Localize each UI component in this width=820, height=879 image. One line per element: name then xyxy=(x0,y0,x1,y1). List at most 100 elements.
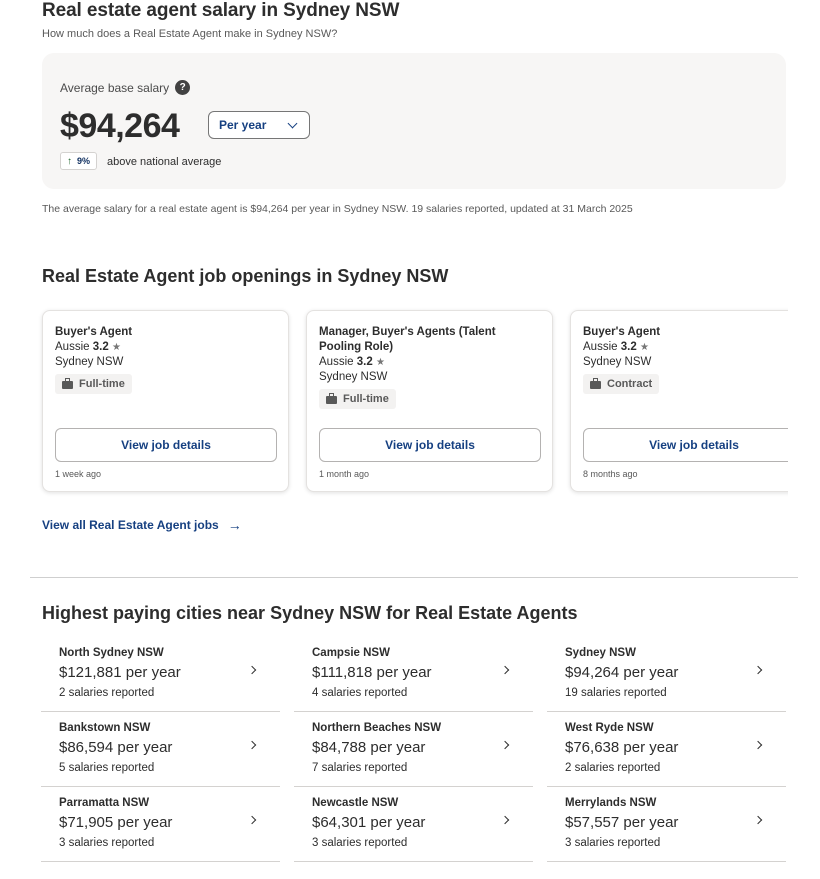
job-location: Sydney NSW xyxy=(55,356,124,368)
arrow-up-icon: ↑ xyxy=(67,155,72,167)
job-age: 1 week ago xyxy=(55,469,102,479)
city-salary: $76,638 per year xyxy=(565,739,679,756)
company-name: Aussie xyxy=(583,341,618,353)
star-icon: ★ xyxy=(111,342,121,353)
view-all-jobs-link[interactable]: View all Real Estate Agent jobs → xyxy=(42,517,242,533)
arrow-right-icon: → xyxy=(227,517,242,533)
city-item[interactable]: Newcastle NSW $64,301 per year 3 salaries … xyxy=(294,787,533,862)
company-name: Aussie xyxy=(55,341,90,353)
section-divider xyxy=(30,577,798,578)
job-title[interactable]: Buyer's Agent xyxy=(55,325,275,340)
city-salary-count: 2 salaries reported xyxy=(565,762,661,774)
compare-text: above national average xyxy=(107,156,222,168)
job-type-badge: Full-time xyxy=(319,389,396,409)
job-age: 8 months ago xyxy=(583,469,638,479)
average-salary-label-text: Average base salary xyxy=(60,80,170,95)
chevron-right-icon xyxy=(500,665,510,675)
city-salary-count: 4 salaries reported xyxy=(312,687,408,699)
city-name: Sydney NSW xyxy=(565,647,636,659)
briefcase-icon xyxy=(62,378,73,389)
question-circle-icon[interactable]: ? xyxy=(175,80,191,95)
city-item[interactable]: Parramatta NSW $71,905 per year 3 salaries… xyxy=(41,787,280,862)
city-salary: $64,301 per year xyxy=(312,814,426,831)
job-location: Sydney NSW xyxy=(583,356,652,368)
city-item[interactable]: West Ryde NSW $76,638 per year 2 salaries … xyxy=(547,712,786,787)
job-card[interactable]: Buyer's Agent Aussie 3.2 ★ Sydney NSW Co… xyxy=(570,310,788,492)
job-card[interactable]: Manager, Buyer's Agents (Talent Pooling … xyxy=(306,310,553,492)
city-salary-count: 3 salaries reported xyxy=(59,837,155,849)
city-salary: $57,557 per year xyxy=(565,814,679,831)
city-name: Northern Beaches NSW xyxy=(312,722,442,734)
city-salary-count: 2 salaries reported xyxy=(59,687,155,699)
job-age: 1 month ago xyxy=(319,469,370,479)
compare-pct: 9% xyxy=(77,156,91,166)
city-salary-count: 3 salaries reported xyxy=(565,837,661,849)
chevron-right-icon xyxy=(500,815,510,825)
city-name: Campsie NSW xyxy=(312,647,390,659)
chevron-right-icon xyxy=(753,740,763,750)
city-name: Merrylands NSW xyxy=(565,797,657,809)
city-salary-count: 5 salaries reported xyxy=(59,762,155,774)
star-icon: ★ xyxy=(639,342,649,353)
job-company: Aussie 3.2 ★ xyxy=(319,355,385,370)
salary-card: Average base salary ? $94,264 Per year ↑… xyxy=(42,53,786,189)
city-salary: $84,788 per year xyxy=(312,739,426,756)
chevron-right-icon xyxy=(500,740,510,750)
chevron-right-icon xyxy=(247,665,257,675)
chevron-right-icon xyxy=(753,815,763,825)
job-company: Aussie 3.2 ★ xyxy=(583,340,649,355)
job-type-label: Full-time xyxy=(79,378,125,390)
city-salary-count: 19 salaries reported xyxy=(565,687,667,699)
city-salary-count: 7 salaries reported xyxy=(312,762,408,774)
period-select-value: Per year xyxy=(219,118,267,132)
city-item[interactable]: Merrylands NSW $57,557 per year 3 salaries… xyxy=(547,787,786,862)
city-item[interactable]: Bankstown NSW $86,594 per year 5 salaries … xyxy=(41,712,280,787)
city-salary-count: 3 salaries reported xyxy=(312,837,408,849)
view-job-details-button[interactable]: View job details xyxy=(319,428,541,462)
city-item[interactable]: Campsie NSW $111,818 per year 4 salaries r… xyxy=(294,637,533,712)
chevron-right-icon xyxy=(247,815,257,825)
briefcase-icon xyxy=(590,378,601,389)
company-rating: 3.2 xyxy=(356,356,373,368)
city-salary: $86,594 per year xyxy=(59,739,173,756)
chevron-right-icon xyxy=(247,740,257,750)
city-name: North Sydney NSW xyxy=(59,647,164,659)
city-name: Newcastle NSW xyxy=(312,797,399,809)
city-item[interactable]: Northern Beaches NSW $84,788 per year 7 sa… xyxy=(294,712,533,787)
city-name: West Ryde NSW xyxy=(565,722,654,734)
chevron-right-icon xyxy=(753,665,763,675)
cities-section-title: Highest paying cities near Sydney NSW fo… xyxy=(42,603,578,623)
job-type-label: Full-time xyxy=(343,393,389,405)
city-salary: $121,881 per year xyxy=(59,664,181,681)
city-name: Parramatta NSW xyxy=(59,797,150,809)
city-salary: $71,905 per year xyxy=(59,814,173,831)
city-salary: $94,264 per year xyxy=(565,664,679,681)
company-rating: 3.2 xyxy=(92,341,109,353)
company-rating: 3.2 xyxy=(620,341,637,353)
company-name: Aussie xyxy=(319,356,354,368)
view-job-details-button[interactable]: View job details xyxy=(55,428,277,462)
job-location: Sydney NSW xyxy=(319,371,388,383)
job-cards-carousel: Buyer's Agent Aussie 3.2 ★ Sydney NSW Fu… xyxy=(38,306,788,500)
salary-amount: $94,264 xyxy=(60,107,180,145)
city-salary: $111,818 per year xyxy=(312,664,432,681)
chevron-down-icon xyxy=(287,118,298,129)
city-name: Bankstown NSW xyxy=(59,722,151,734)
compare-badge: ↑ 9% xyxy=(60,152,98,170)
city-item[interactable]: Sydney NSW $94,264 per year 19 salaries re… xyxy=(547,637,786,712)
page-subtitle: How much does a Real Estate Agent make i… xyxy=(42,28,338,40)
job-card[interactable]: Buyer's Agent Aussie 3.2 ★ Sydney NSW Fu… xyxy=(42,310,289,492)
average-salary-label: Average base salary ? xyxy=(60,80,191,95)
job-title[interactable]: Manager, Buyer's Agents (Talent Pooling … xyxy=(319,325,539,355)
briefcase-icon xyxy=(326,393,337,404)
job-type-label: Contract xyxy=(607,378,653,390)
city-item[interactable]: North Sydney NSW $121,881 per year 2 salar… xyxy=(41,637,280,712)
job-type-badge: Contract xyxy=(583,374,660,394)
job-title[interactable]: Buyer's Agent xyxy=(583,325,788,340)
jobs-section-title: Real Estate Agent job openings in Sydney… xyxy=(42,266,449,286)
view-all-jobs-label: View all Real Estate Agent jobs xyxy=(42,518,219,532)
star-icon: ★ xyxy=(375,357,385,368)
job-type-badge: Full-time xyxy=(55,374,132,394)
period-select[interactable]: Per year xyxy=(208,111,310,139)
view-job-details-button[interactable]: View job details xyxy=(583,428,788,462)
